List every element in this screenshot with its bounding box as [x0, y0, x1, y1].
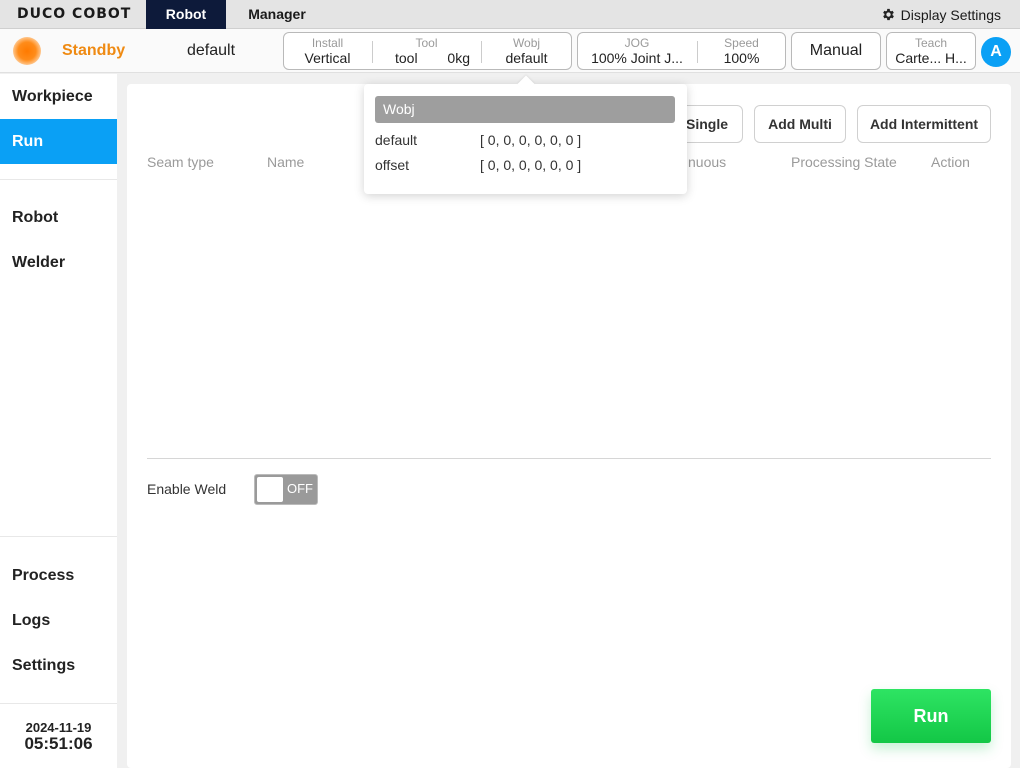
column-header-action: Action — [931, 154, 970, 170]
sidebar: Workpiece Run Robot Welder Process Logs … — [0, 74, 117, 768]
tab-robot[interactable]: Robot — [146, 0, 226, 29]
popup-arrow — [517, 75, 535, 93]
popup-title: Wobj — [375, 96, 675, 123]
tab-manager[interactable]: Manager — [236, 0, 318, 29]
duco-cobot-logo: DUCO COBOT — [17, 6, 132, 22]
tool-label: Tool — [415, 36, 438, 50]
tool-values: tool 0kg — [373, 50, 480, 67]
toggle-state-text: OFF — [287, 481, 313, 496]
sidebar-item-settings[interactable]: Settings — [0, 643, 117, 688]
jog-cell[interactable]: JOG 100% Joint J... — [578, 33, 696, 69]
teach-value: Carte... H... — [895, 50, 967, 66]
user-avatar[interactable]: A — [981, 37, 1011, 67]
install-cell[interactable]: Install Vertical — [284, 33, 371, 69]
sidebar-item-process[interactable]: Process — [0, 553, 117, 598]
speed-value: 100% — [723, 50, 760, 66]
speed-label: Speed — [724, 36, 759, 50]
wobj-row-name[interactable]: default — [375, 132, 417, 148]
sidebar-divider — [0, 536, 117, 537]
run-button[interactable]: Run — [871, 689, 991, 743]
manual-mode-button[interactable]: Manual — [791, 32, 881, 70]
install-label: Install — [311, 36, 344, 50]
wobj-value: default — [505, 50, 548, 66]
jog-value: 100% Joint J... — [591, 50, 683, 66]
wobj-label: Wobj — [512, 36, 541, 50]
teach-label: Teach — [914, 36, 948, 50]
display-settings-label: Display Settings — [900, 6, 1001, 23]
current-time: 05:51:06 — [24, 734, 93, 753]
program-name[interactable]: default — [187, 42, 235, 60]
robot-state-text: Standby — [62, 42, 126, 59]
column-header-continuous: nuous — [688, 154, 727, 170]
sidebar-item-workpiece[interactable]: Workpiece — [0, 74, 117, 119]
wobj-popup: Wobj default [ 0, 0, 0, 0, 0, 0 ] offset… — [364, 75, 687, 194]
column-header-name: Name — [267, 154, 305, 170]
column-header-seam-type: Seam type — [147, 154, 214, 170]
wobj-row-name[interactable]: offset — [375, 157, 409, 173]
sidebar-divider — [0, 703, 117, 704]
speed-cell[interactable]: Speed 100% — [698, 33, 785, 69]
tool-load: 0kg — [447, 50, 470, 66]
enable-weld-toggle[interactable]: OFF — [254, 474, 318, 505]
column-header-processing-state: Processing State — [791, 154, 897, 170]
install-tool-wobj-box[interactable]: Install Vertical Tool tool 0kg Wobj defa… — [283, 32, 572, 70]
jog-speed-box[interactable]: JOG 100% Joint J... Speed 100% — [577, 32, 786, 70]
status-bar: Standby default Install Vertical Tool to… — [0, 29, 1020, 73]
tool-name: tool — [395, 50, 418, 66]
wobj-cell[interactable]: Wobj default — [482, 33, 571, 69]
wobj-row-value: [ 0, 0, 0, 0, 0, 0 ] — [480, 132, 582, 148]
enable-weld-label: Enable Weld — [147, 481, 227, 497]
sidebar-divider — [0, 179, 117, 180]
tool-cell[interactable]: Tool tool 0kg — [373, 33, 480, 69]
wobj-row-value: [ 0, 0, 0, 0, 0, 0 ] — [480, 157, 582, 173]
sidebar-item-logs[interactable]: Logs — [0, 598, 117, 643]
install-value: Vertical — [304, 50, 351, 66]
top-menu-bar: DUCO COBOT Robot Manager Display Setting… — [0, 0, 1020, 29]
add-multi-button[interactable]: Add Multi — [754, 105, 846, 143]
teach-cell[interactable]: Teach Carte... H... — [887, 33, 975, 69]
toggle-knob — [257, 477, 283, 502]
add-intermittent-button[interactable]: Add Intermittent — [857, 105, 991, 143]
jog-label: JOG — [624, 36, 650, 50]
sidebar-item-welder[interactable]: Welder — [0, 240, 117, 285]
table-bottom-divider — [147, 458, 991, 459]
display-settings-button[interactable]: Display Settings — [881, 0, 1001, 29]
sidebar-item-run[interactable]: Run — [0, 119, 117, 164]
robot-state-indicator-icon — [13, 37, 41, 65]
sidebar-item-robot[interactable]: Robot — [0, 195, 117, 240]
teach-box[interactable]: Teach Carte... H... — [886, 32, 976, 70]
current-date: 2024-11-19 — [25, 720, 92, 735]
gear-icon — [882, 8, 894, 21]
